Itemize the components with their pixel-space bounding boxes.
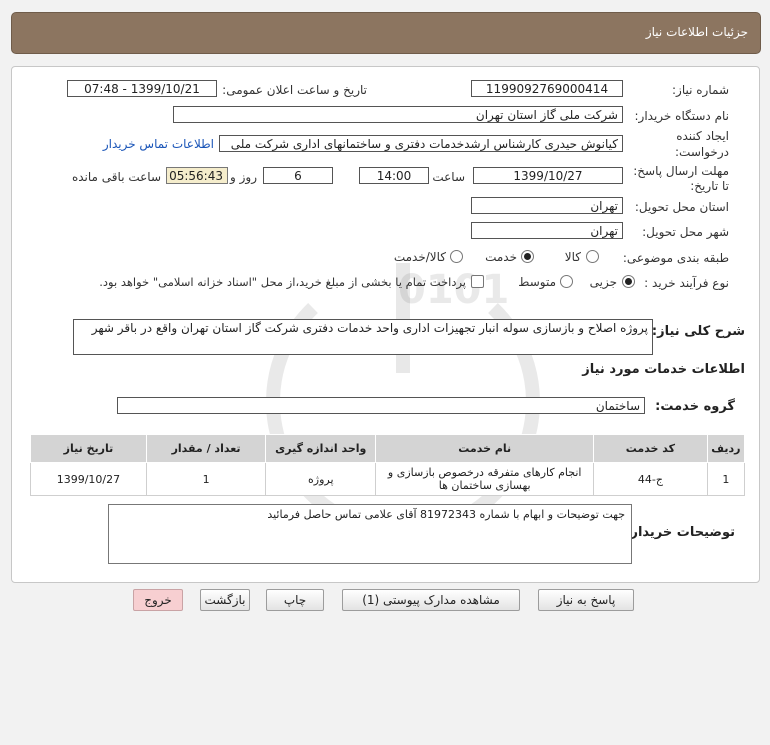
remaining-time-field: 05:56:43 (166, 167, 228, 184)
creator-label-line1: ایجاد کننده (676, 129, 729, 143)
cell-service-name: انجام کارهای متفرقه درخصوص بازسازی و بهس… (375, 462, 595, 496)
category-option-goods: کالا (564, 250, 581, 264)
deadline-date-field: 1399/10/27 (473, 167, 623, 184)
category-radio-service[interactable] (521, 250, 534, 263)
buyer-org-field: شرکت ملی گاز استان تهران (173, 106, 623, 123)
need-description-label: شرح کلی نیاز: (651, 324, 745, 339)
print-button[interactable]: چاپ (266, 589, 324, 611)
cell-code: ج-44 (593, 462, 708, 496)
services-section-title: اطلاعات خدمات مورد نیاز (582, 362, 745, 377)
remaining-days-field: 6 (263, 167, 333, 184)
city-label: شهر محل تحویل: (642, 225, 729, 239)
process-type-label: نوع فرآیند خرید : (644, 276, 729, 290)
remaining-time-label: ساعت باقی مانده (71, 170, 161, 184)
column-header-unit: واحد اندازه گیری (265, 434, 377, 463)
announce-date-label: تاریخ و ساعت اعلان عمومی: (222, 83, 367, 97)
treasury-payment-note: پرداخت تمام یا بخشی از مبلغ خرید،از محل … (99, 275, 466, 289)
creator-field: کیانوش حیدری کارشناس ارشدخدمات دفتری و س… (219, 135, 623, 152)
category-label: طبقه بندی موضوعی: (622, 251, 729, 265)
details-panel: 0101 ParsNamadData شماره نیاز: 119909276… (11, 66, 760, 611)
table-row: 1 ج-44 انجام کارهای متفرقه درخصوص بازساز… (30, 462, 746, 496)
cell-unit: پروژه (265, 462, 377, 496)
watermark-digits: 0101 (398, 267, 509, 313)
reply-button[interactable]: پاسخ به نیاز (538, 589, 634, 611)
column-header-name: نام خدمت (375, 434, 595, 463)
cell-row: 1 (706, 462, 746, 496)
announce-date-field: 1399/10/21 - 07:48 (67, 80, 217, 97)
need-description-field: پروژه اصلاح و بازسازی سوله انبار تجهیزات… (73, 319, 653, 355)
back-button[interactable]: بازگشت (200, 589, 250, 611)
services-table: ردیف کد خدمت نام خدمت واحد اندازه گیری ت… (30, 434, 746, 496)
category-option-goods-service: کالا/خدمت (393, 250, 446, 264)
column-header-date: تاریخ نیاز (30, 434, 147, 463)
cell-quantity: 1 (145, 462, 267, 496)
cell-date: 1399/10/27 (30, 462, 147, 496)
treasury-payment-checkbox[interactable] (471, 275, 484, 288)
column-header-row: ردیف (706, 434, 746, 463)
need-number-field: 1199092769000414 (471, 80, 623, 97)
process-option-medium: متوسط (518, 275, 556, 289)
buyer-notes-label: توضیحات خریدار: (625, 525, 735, 540)
buyer-org-label: نام دستگاه خریدار: (634, 109, 730, 123)
buyer-contact-link[interactable]: اطلاعات تماس خریدار (103, 137, 214, 151)
column-header-quantity: تعداد / مقدار (145, 434, 267, 463)
category-radio-goods[interactable] (586, 250, 599, 263)
category-radio-goods-service[interactable] (450, 250, 463, 263)
services-table-header: ردیف کد خدمت نام خدمت واحد اندازه گیری ت… (30, 434, 746, 463)
creator-label-line2: درخواست: (675, 145, 729, 159)
buyer-notes-field: جهت توضیحات و ابهام با شماره 81972343 آق… (108, 504, 632, 564)
category-option-service: خدمت (485, 250, 517, 264)
view-attachments-button[interactable]: مشاهده مدارک پیوستی (1) (342, 589, 520, 611)
process-option-minor: جزیی (589, 275, 617, 289)
days-label: روز و (230, 170, 257, 184)
deadline-time-field: 14:00 (359, 167, 429, 184)
service-group-field: ساختمان (117, 397, 645, 414)
deadline-label-line2: تا تاریخ: (690, 179, 729, 193)
page-title: جزئیات اطلاعات نیاز (645, 25, 748, 39)
province-label: استان محل تحویل: (634, 200, 729, 214)
need-number-label: شماره نیاز: (672, 83, 729, 97)
process-radio-medium[interactable] (560, 275, 573, 288)
province-field: تهران (471, 197, 623, 214)
exit-button[interactable]: خروج (133, 589, 183, 611)
deadline-time-label: ساعت (432, 170, 465, 184)
process-radio-minor[interactable] (622, 275, 635, 288)
city-field: تهران (471, 222, 623, 239)
service-group-label: گروه خدمت: (655, 399, 735, 414)
page-header: جزئیات اطلاعات نیاز (11, 12, 761, 54)
column-header-code: کد خدمت (593, 434, 708, 463)
deadline-label-line1: مهلت ارسال پاسخ: (633, 164, 729, 178)
